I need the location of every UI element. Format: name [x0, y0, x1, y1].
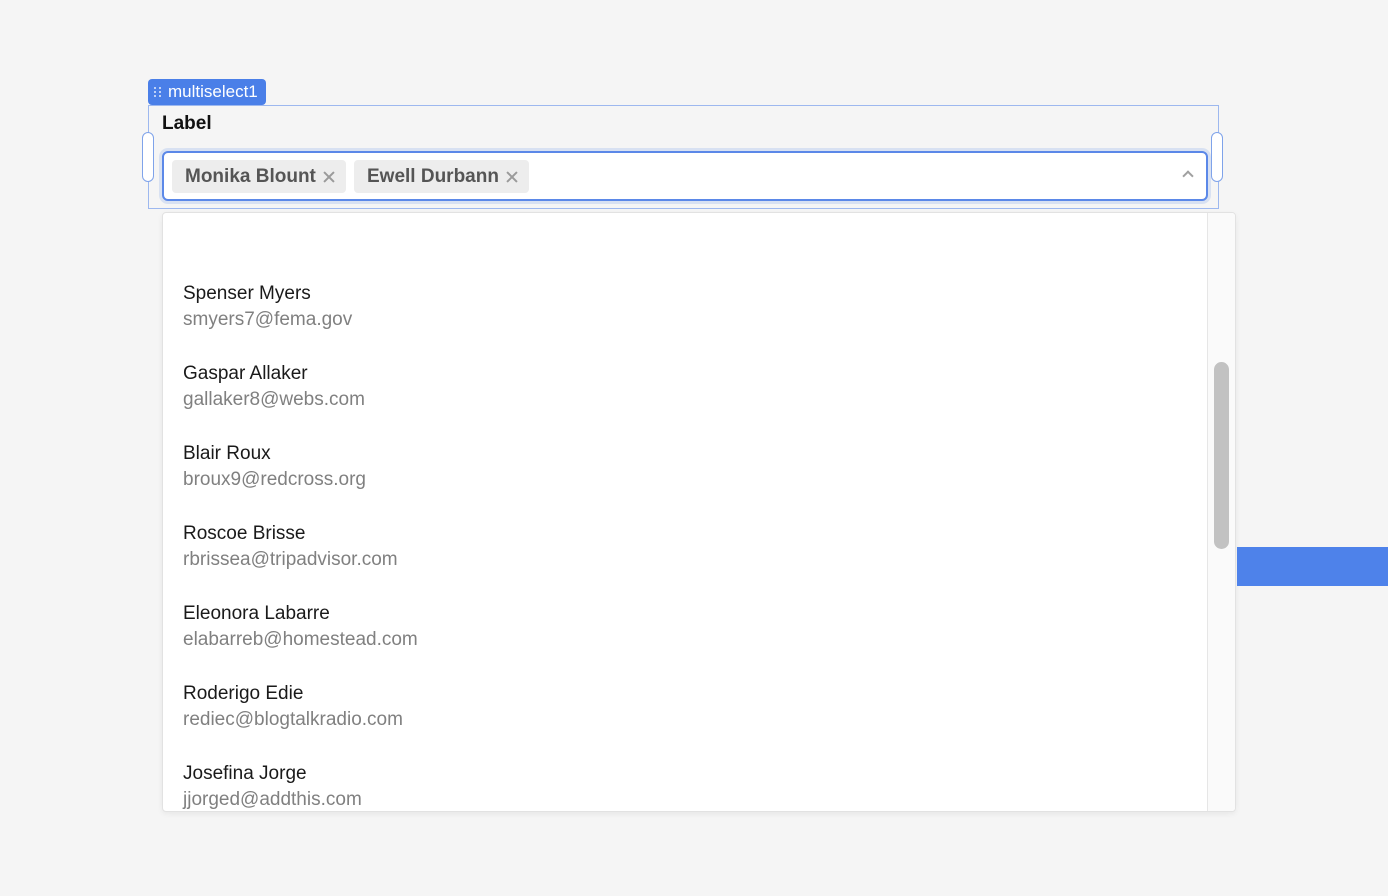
close-icon[interactable]	[505, 170, 519, 184]
option-name: Gaspar Allaker	[183, 363, 308, 384]
option-item[interactable]: Blair Roux broux9@redcross.org	[163, 431, 1207, 511]
option-email: smyers7@fema.gov	[183, 309, 353, 330]
resize-handle-right[interactable]	[1211, 132, 1223, 182]
scrollbar-thumb[interactable]	[1214, 362, 1229, 549]
option-name: Josefina Jorge	[183, 763, 307, 784]
option-email: rediec@blogtalkradio.com	[183, 709, 403, 730]
option-email: rbrissea@tripadvisor.com	[183, 549, 398, 570]
option-item[interactable]: Spenser Myers smyers7@fema.gov	[163, 271, 1207, 351]
option-name: Roderigo Edie	[183, 683, 304, 704]
option-name: Eleonora Labarre	[183, 603, 330, 624]
selected-tag: Ewell Durbann	[354, 160, 529, 193]
option-list: Spenser Myers smyers7@fema.gov Gaspar Al…	[163, 213, 1207, 811]
editor-canvas: multiselect1 Label Monika Blount Ewell D…	[0, 0, 1388, 896]
option-item-partial[interactable]	[163, 213, 1207, 271]
component-name: multiselect1	[168, 82, 258, 101]
background-component[interactable]	[1237, 547, 1388, 586]
option-email: jjorged@addthis.com	[183, 789, 362, 810]
option-email: elabarreb@homestead.com	[183, 629, 418, 650]
multiselect-input[interactable]: Monika Blount Ewell Durbann	[162, 151, 1208, 201]
tag-label: Ewell Durbann	[367, 165, 499, 187]
resize-handle-left[interactable]	[142, 132, 154, 182]
option-email: gallaker8@webs.com	[183, 389, 365, 410]
chevron-up-icon[interactable]	[1182, 170, 1194, 182]
drag-handle-icon[interactable]	[154, 87, 162, 97]
dropdown-list: Spenser Myers smyers7@fema.gov Gaspar Al…	[162, 212, 1236, 812]
option-item[interactable]: Roscoe Brisse rbrissea@tripadvisor.com	[163, 511, 1207, 591]
component-name-tag[interactable]: multiselect1	[148, 79, 266, 105]
option-name: Roscoe Brisse	[183, 523, 306, 544]
option-name: Blair Roux	[183, 443, 271, 464]
option-item[interactable]: Roderigo Edie rediec@blogtalkradio.com	[163, 671, 1207, 751]
selected-tag: Monika Blount	[172, 160, 346, 193]
option-item[interactable]: Gaspar Allaker gallaker8@webs.com	[163, 351, 1207, 431]
scrollbar-track[interactable]	[1207, 213, 1235, 811]
option-item[interactable]: Eleonora Labarre elabarreb@homestead.com	[163, 591, 1207, 671]
close-icon[interactable]	[322, 170, 336, 184]
option-item[interactable]: Josefina Jorge jjorged@addthis.com	[163, 751, 1207, 811]
option-name: Spenser Myers	[183, 283, 311, 304]
tag-label: Monika Blount	[185, 165, 316, 187]
option-email: broux9@redcross.org	[183, 469, 366, 490]
field-label: Label	[162, 113, 212, 134]
